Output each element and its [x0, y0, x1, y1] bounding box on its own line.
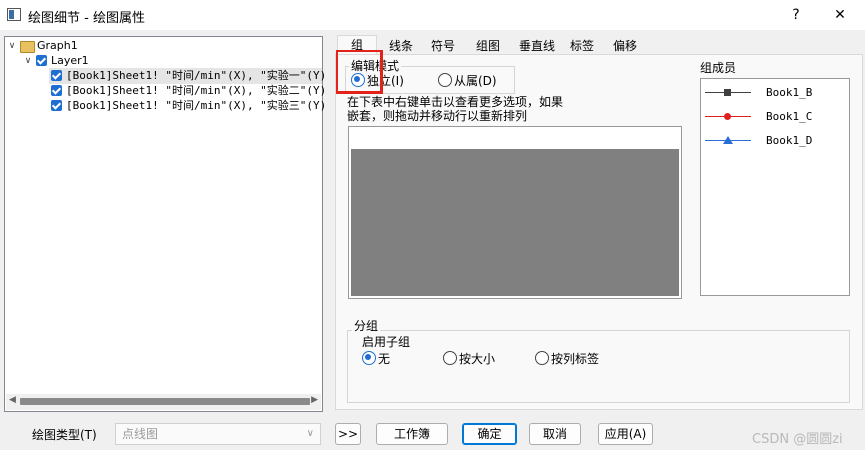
expand-button[interactable]: >> [335, 423, 361, 445]
members-title: 组成员 [700, 61, 737, 75]
hint-text-line-2: 嵌套，则拖动并移动行以重新排列 [347, 109, 528, 123]
series-1-checkbox[interactable] [51, 70, 62, 81]
ok-button[interactable]: 确定 [462, 423, 517, 445]
member-label-d: Book1_D [766, 134, 813, 147]
subgroup-label: 启用子组 [362, 335, 411, 349]
scroll-right-icon[interactable]: ▶ [311, 395, 318, 405]
chevron-down-icon[interactable]: ∨ [23, 53, 33, 69]
tab-labels[interactable]: 标签 [563, 37, 601, 55]
member-label-c: Book1_C [766, 110, 813, 123]
tree-item-series-2[interactable]: [Book1]Sheet1! "时间/min"(X), "实验二"(Y) [ [66, 83, 340, 99]
tree-item-series-3[interactable]: [Book1]Sheet1! "时间/min"(X), "实验三"(Y) [ [66, 98, 340, 114]
series-2-checkbox[interactable] [51, 85, 62, 96]
hint-text-line-1: 在下表中右键单击以查看更多选项，如果 [347, 95, 564, 109]
tree-horizontal-scrollbar[interactable]: ◀ ▶ [6, 394, 321, 410]
plot-type-select[interactable]: 点线图 ∨ [115, 423, 321, 445]
chevron-down-icon[interactable]: ∨ [7, 38, 17, 54]
tab-drop-lines[interactable]: 垂直线 [513, 37, 561, 55]
close-button[interactable]: ✕ [826, 4, 854, 26]
subgroup-column-label-radio[interactable] [535, 351, 549, 365]
plot-type-label: 绘图类型(T) [32, 428, 97, 442]
window-title: 绘图细节 - 绘图属性 [28, 11, 145, 26]
series-1-label: [Book1]Sheet1! "时间/min"(X), "实验一"(Y) [ [66, 69, 340, 82]
tab-line[interactable]: 线条 [379, 37, 423, 55]
plot-type-value: 点线图 [122, 427, 159, 441]
scrollbar-thumb[interactable] [20, 398, 310, 405]
cancel-button[interactable]: 取消 [529, 423, 581, 445]
grouping-title: 分组 [352, 317, 381, 334]
member-item-c: Book1_C [701, 109, 849, 125]
tree-item-series-1[interactable]: [Book1]Sheet1! "时间/min"(X), "实验一"(Y) [ [66, 68, 340, 84]
dependent-radio[interactable] [438, 73, 452, 87]
series-grid-body[interactable] [351, 149, 679, 296]
tree-item-layer[interactable]: Layer1 [51, 53, 89, 69]
help-button[interactable]: ? [782, 4, 810, 26]
series-2-label: [Book1]Sheet1! "时间/min"(X), "实验二"(Y) [ [66, 84, 340, 97]
tab-offset[interactable]: 偏移 [605, 37, 645, 55]
subgroup-none-label[interactable]: 无 [378, 350, 390, 367]
folder-icon [20, 41, 35, 53]
layer-checkbox[interactable] [36, 55, 47, 66]
series-3-label: [Book1]Sheet1! "时间/min"(X), "实验三"(Y) [ [66, 99, 340, 112]
annotation-red-box [336, 50, 383, 94]
scroll-left-icon[interactable]: ◀ [9, 395, 16, 405]
title-bar: 绘图细节 - 绘图属性 ? ✕ [0, 0, 865, 30]
tree-item-graph[interactable]: Graph1 [37, 38, 78, 54]
tab-symbol[interactable]: 符号 [423, 37, 463, 55]
subgroup-column-label-label[interactable]: 按列标签 [551, 350, 599, 367]
watermark: CSDN @圆圆zi [752, 432, 843, 447]
series-3-checkbox[interactable] [51, 100, 62, 111]
series-grid[interactable] [348, 126, 682, 299]
plot-tree[interactable]: ∨ Graph1 ∨ Layer1 [Book1]Sheet1! "时间/min… [4, 36, 340, 412]
tab-group-plot[interactable]: 组图 [467, 37, 509, 55]
square-marker-icon [724, 89, 731, 96]
chevron-down-icon: ∨ [306, 428, 314, 439]
member-item-d: Book1_D [701, 133, 849, 149]
circle-marker-icon [724, 113, 731, 120]
member-label-b: Book1_B [766, 86, 813, 99]
subgroup-size-radio[interactable] [443, 351, 457, 365]
workbook-button[interactable]: 工作簿 [376, 423, 448, 445]
app-icon [7, 8, 21, 21]
tree-item-layer-label: Layer1 [51, 54, 89, 67]
subgroup-none-radio[interactable] [362, 351, 376, 365]
triangle-marker-icon [723, 136, 733, 144]
apply-button[interactable]: 应用(A) [598, 423, 653, 445]
tree-item-graph-label: Graph1 [37, 39, 78, 52]
member-item-b: Book1_B [701, 85, 849, 101]
dependent-label[interactable]: 从属(D) [454, 72, 497, 89]
subgroup-size-label[interactable]: 按大小 [459, 350, 495, 367]
members-list: Book1_B Book1_C Book1_D [700, 78, 850, 296]
